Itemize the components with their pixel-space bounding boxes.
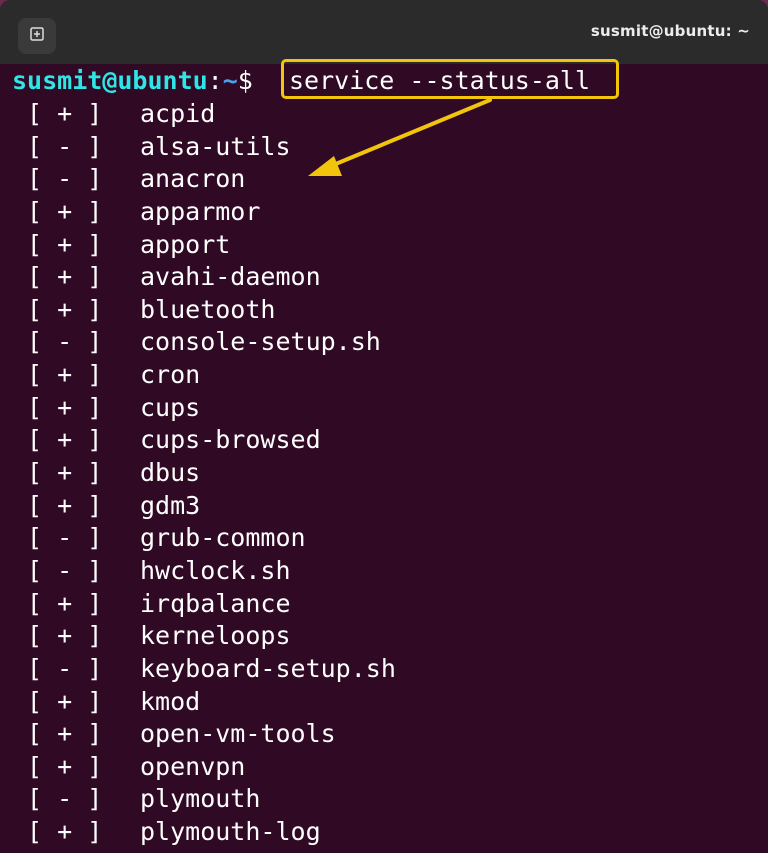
service-status: [ - ] [12,555,133,585]
service-status: [ - ] [12,164,133,194]
service-name: open-vm-tools [140,719,336,749]
service-name: apport [140,229,231,259]
service-name: grub-common [140,523,306,553]
service-status: [ + ] [12,294,133,324]
service-row: [ + ] avahi-daemon [12,261,396,294]
service-name: irqbalance [140,588,291,618]
service-row: [ + ] apparmor [12,196,396,229]
service-name: kerneloops [140,621,291,651]
service-status: [ - ] [12,653,133,683]
service-row: [ - ] plymouth [12,783,396,816]
service-status: [ + ] [12,196,133,226]
service-status: [ - ] [12,131,133,161]
service-status: [ + ] [12,425,133,455]
new-tab-button[interactable] [18,18,56,54]
service-row: [ + ] gdm3 [12,490,396,523]
service-status: [ + ] [12,490,133,520]
service-row: [ + ] acpid [12,98,396,131]
terminal-window: susmit@ubuntu: ~ susmit@ubuntu:~$ servic… [0,0,768,853]
service-row: [ - ] keyboard-setup.sh [12,653,396,686]
service-row: [ + ] open-vm-tools [12,718,396,751]
service-row: [ + ] cups [12,392,396,425]
prompt-line: susmit@ubuntu:~$ [12,64,268,98]
service-row: [ + ] cups-browsed [12,424,396,457]
service-row: [ + ] plymouth-log [12,816,396,849]
service-row: [ - ] console-setup.sh [12,326,396,359]
service-row: [ + ] bluetooth [12,294,396,327]
service-row: [ + ] openvpn [12,751,396,784]
service-name: bluetooth [140,294,276,324]
service-status: [ - ] [12,784,133,814]
service-status: [ + ] [12,99,133,128]
prompt-user-host: susmit@ubuntu [12,66,208,95]
service-status: [ - ] [12,327,133,357]
service-row: [ + ] kmod [12,686,396,719]
service-status: [ + ] [12,686,133,716]
service-name: cups-browsed [140,425,321,455]
service-list: [ + ] acpid [ - ] alsa-utils [ - ] anacr… [12,98,396,849]
service-name: dbus [140,458,201,488]
service-name: console-setup.sh [140,327,381,357]
service-row: [ + ] apport [12,229,396,262]
service-status: [ + ] [12,360,133,390]
service-row: [ - ] grub-common [12,522,396,555]
service-row: [ - ] anacron [12,163,396,196]
service-name: acpid [140,99,216,128]
service-row: [ + ] kerneloops [12,620,396,653]
service-row: [ - ] hwclock.sh [12,555,396,588]
service-status: [ + ] [12,621,133,651]
service-name: hwclock.sh [140,555,291,585]
service-status: [ + ] [12,817,133,847]
command-text: service --status-all [289,66,591,95]
service-status: [ - ] [12,523,133,553]
service-row: [ + ] cron [12,359,396,392]
prompt-path: ~ [222,66,238,95]
service-status: [ + ] [12,588,133,618]
new-tab-icon [29,26,45,47]
service-row: [ - ] alsa-utils [12,131,396,164]
window-title: susmit@ubuntu: ~ [590,22,750,40]
prompt-separator: : [207,66,223,95]
service-status: [ + ] [12,458,133,488]
service-name: kmod [140,686,201,716]
service-name: plymouth-log [140,817,321,847]
title-bar: susmit@ubuntu: ~ [0,0,768,64]
service-status: [ + ] [12,392,133,422]
service-name: plymouth [140,784,261,814]
service-name: avahi-daemon [140,262,321,292]
service-status: [ + ] [12,719,133,749]
service-row: [ + ] irqbalance [12,588,396,621]
prompt-symbol: $ [237,66,268,95]
service-name: cups [140,392,201,422]
service-name: cron [140,360,201,390]
service-name: alsa-utils [140,131,291,161]
service-name: apparmor [140,196,261,226]
service-name: keyboard-setup.sh [140,653,396,683]
service-status: [ + ] [12,751,133,781]
service-row: [ + ] dbus [12,457,396,490]
service-name: openvpn [140,751,246,781]
service-status: [ + ] [12,229,133,259]
service-status: [ + ] [12,262,133,292]
service-name: gdm3 [140,490,201,520]
service-name: anacron [140,164,246,194]
